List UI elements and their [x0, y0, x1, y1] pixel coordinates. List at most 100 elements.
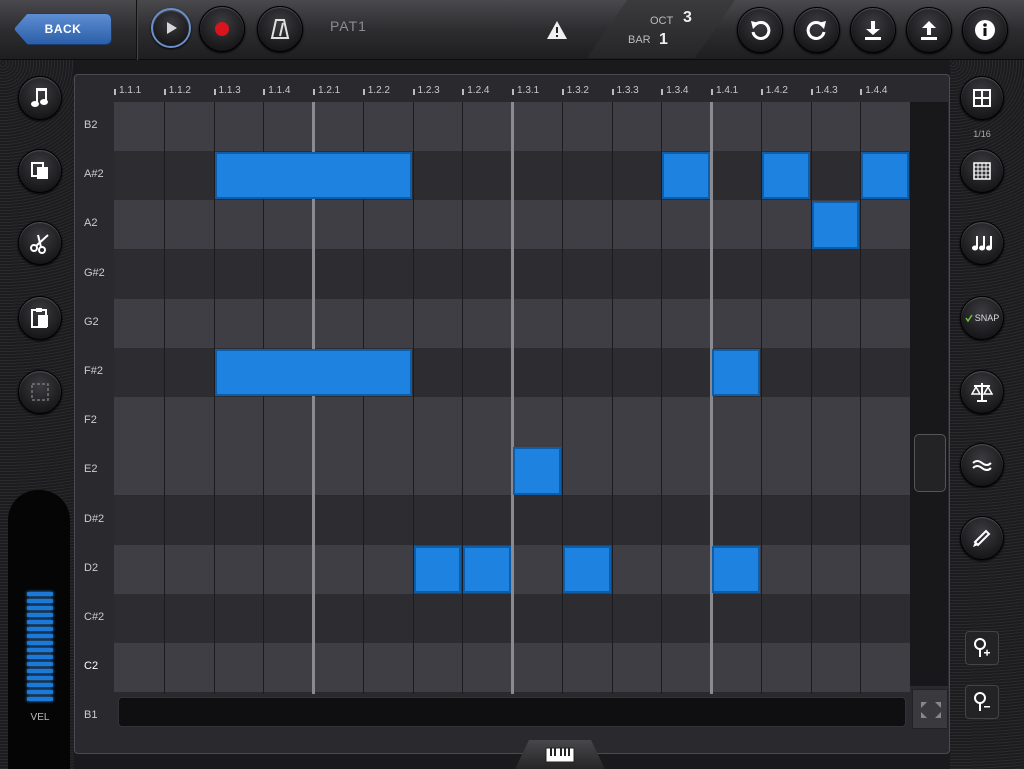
ruler-label: 1.4.2	[765, 85, 788, 96]
ruler-tick	[810, 89, 813, 95]
ruler-tick	[512, 89, 514, 95]
midi-note[interactable]	[413, 545, 462, 593]
velocity-label: VEL	[30, 712, 50, 723]
snap-button[interactable]: SNAP	[960, 296, 1004, 340]
quantize-button[interactable]	[960, 370, 1004, 414]
toolbar-divider	[136, 0, 138, 60]
key-label: B1	[84, 709, 98, 722]
upload-button[interactable]	[906, 7, 952, 53]
ruler-tick	[263, 89, 266, 95]
upload-icon	[921, 21, 937, 40]
key-label: D#2	[84, 512, 105, 525]
warning-icon[interactable]	[546, 20, 568, 40]
key-label: E2	[84, 463, 98, 476]
piano-icon	[545, 747, 575, 762]
humanize-button[interactable]	[960, 443, 1004, 487]
vertical-scroll-track[interactable]	[910, 102, 948, 686]
step-line	[462, 102, 464, 694]
play-button[interactable]	[151, 8, 191, 48]
bar-label: BAR	[628, 34, 651, 46]
grid-fine-button[interactable]	[960, 149, 1004, 193]
ruler-tick	[661, 89, 664, 95]
record-button[interactable]	[199, 6, 245, 52]
select-icon	[31, 383, 49, 401]
copy-icon	[31, 162, 48, 179]
key-label: A#2	[84, 168, 104, 181]
top-toolbar: BACK PAT1 OCT 3 BAR 1	[0, 0, 1024, 60]
key-label: C2	[84, 660, 99, 673]
pencil-icon	[973, 529, 991, 547]
ruler-label: 1.1.1	[119, 85, 142, 96]
horizontal-scrollbar[interactable]	[118, 697, 906, 727]
midi-note[interactable]	[712, 349, 760, 397]
metronome-icon	[270, 19, 290, 39]
midi-note[interactable]	[562, 545, 611, 593]
metronome-button[interactable]	[257, 6, 303, 52]
ruler-label: 1.2.1	[318, 85, 341, 96]
ruler-label: 1.3.4	[666, 85, 689, 96]
midi-note[interactable]	[463, 545, 511, 593]
select-tool-button[interactable]	[18, 370, 62, 414]
draw-button[interactable]	[960, 516, 1004, 560]
undo-icon	[751, 20, 771, 40]
keyboard-toggle-button[interactable]	[515, 740, 605, 769]
ruler-label: 1.1.3	[218, 85, 241, 96]
ruler-label: 1.3.1	[517, 85, 540, 96]
zoom-in-button[interactable]	[965, 631, 999, 665]
redo-icon	[806, 20, 826, 40]
note-tool-button[interactable]	[18, 76, 62, 120]
redo-button[interactable]	[794, 7, 840, 53]
key-label: A2	[84, 217, 98, 230]
ruler-label: 1.2.4	[467, 85, 490, 96]
timeline-ruler[interactable]: 1.1.1 1.1.2 1.1.3 1.1.4 1.2.1 1.2.2 1.2.3 1.2.4…	[114, 79, 910, 101]
step-line	[611, 102, 613, 694]
back-button[interactable]: BACK	[14, 13, 112, 45]
pattern-name: PAT1	[330, 18, 367, 34]
snap-label: SNAP	[974, 313, 1000, 323]
ruler-tick	[611, 89, 614, 95]
zoom-out-button[interactable]	[965, 685, 999, 719]
midi-note[interactable]	[513, 447, 561, 495]
back-button-label: BACK	[44, 22, 82, 36]
note-grid[interactable]	[114, 102, 910, 694]
midi-note[interactable]	[214, 349, 412, 397]
fit-view-button[interactable]	[912, 689, 948, 729]
position-display: OCT 3 BAR 1	[587, 0, 735, 58]
info-button[interactable]	[962, 7, 1008, 53]
velocity-meter[interactable]	[27, 592, 53, 708]
ruler-label: 1.1.4	[268, 85, 291, 96]
copy-tool-button[interactable]	[18, 149, 62, 193]
ruler-tick	[760, 89, 763, 95]
note-icon	[31, 88, 48, 107]
notes-icon	[972, 236, 992, 251]
midi-note[interactable]	[761, 152, 810, 200]
midi-note[interactable]	[712, 545, 760, 593]
undo-button[interactable]	[737, 7, 783, 53]
key-label: C#2	[84, 611, 105, 623]
key-label: F#2	[84, 365, 103, 377]
ruler-tick	[313, 89, 315, 95]
cut-tool-button[interactable]	[18, 221, 62, 265]
play-icon	[167, 22, 177, 34]
midi-note[interactable]	[662, 152, 710, 200]
grid-icon	[973, 89, 991, 107]
ruler-tick	[711, 89, 713, 95]
zoom-out-icon	[974, 692, 990, 711]
grid-size-button[interactable]	[960, 76, 1004, 120]
paste-tool-button[interactable]	[18, 296, 62, 340]
note-length-button[interactable]	[960, 221, 1004, 265]
key-label: D2	[84, 561, 99, 574]
key-label: B2	[84, 119, 98, 131]
midi-note[interactable]	[214, 152, 412, 200]
midi-note[interactable]	[861, 152, 909, 200]
ruler-label: 1.4.1	[716, 85, 739, 96]
grid-fine-icon	[973, 162, 991, 180]
download-button[interactable]	[850, 7, 896, 53]
vertical-scrollbar[interactable]	[914, 434, 946, 492]
ruler-label: 1.2.3	[417, 85, 440, 96]
key-label: F2	[84, 414, 97, 427]
record-icon	[215, 22, 229, 36]
octave-value: 3	[683, 9, 692, 26]
midi-note[interactable]	[811, 201, 860, 249]
ruler-tick	[412, 89, 415, 95]
